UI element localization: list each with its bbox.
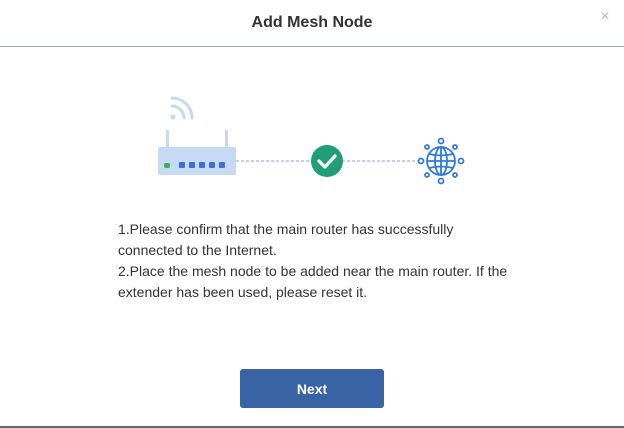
instructions-text: 1.Please confirm that the main router ha…: [118, 219, 518, 303]
add-mesh-node-dialog: Add Mesh Node × 1.Please confirm that th…: [0, 0, 624, 428]
dialog-header: Add Mesh Node ×: [0, 0, 624, 47]
connection-illustration: [158, 96, 465, 185]
instruction-line-2: 2.Place the mesh node to be added near t…: [118, 263, 508, 300]
instruction-line-1: 1.Please confirm that the main router ha…: [118, 221, 454, 258]
close-icon[interactable]: ×: [598, 9, 612, 25]
wifi-signal-icon: [170, 96, 194, 120]
globe-icon: [417, 137, 465, 185]
check-icon: [311, 145, 343, 177]
router-icon: [158, 130, 236, 175]
dialog-title: Add Mesh Node: [251, 14, 373, 31]
next-button[interactable]: Next: [240, 369, 384, 408]
